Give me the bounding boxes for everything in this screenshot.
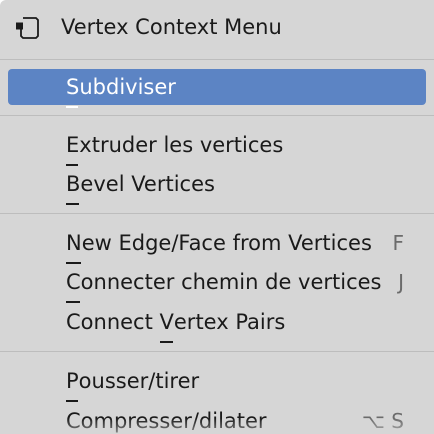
separator <box>0 351 434 352</box>
menu-item-label: Pousser/tirer <box>66 366 199 402</box>
menu-item-label: Compresser/dilater <box>66 409 267 433</box>
menu-item-label: Bevel Vertices <box>66 169 215 205</box>
menu-item-label: New Edge/Face from Vertices <box>66 228 372 264</box>
menu-item-push-pull[interactable]: Pousser/tirer <box>8 363 426 402</box>
menu-header: Vertex Context Menu <box>0 0 434 56</box>
menu-item-subdivide[interactable]: Subdiviser <box>8 69 426 108</box>
vertex-context-menu: Vertex Context Menu Subdiviser Extruder … <box>0 0 434 434</box>
menu-item-label: Subdiviser <box>66 72 176 108</box>
menu-item-connect-vertex-pairs[interactable]: Connect Vertex Pairs <box>8 304 426 343</box>
separator <box>0 59 434 60</box>
menu-item-connect-vertex-path[interactable]: Connecter chemin de vertices J <box>8 264 426 303</box>
menu-title: Vertex Context Menu <box>61 15 282 39</box>
menu-item-new-edge-face[interactable]: New Edge/Face from Vertices F <box>8 225 426 264</box>
separator <box>0 213 434 214</box>
menu-item-label: Extruder les vertices <box>66 130 283 166</box>
shortcut-hint: F <box>392 231 404 255</box>
vertex-select-icon <box>16 17 39 39</box>
separator <box>0 115 434 116</box>
shortcut-hint: J <box>398 270 404 294</box>
shortcut-hint: ⌥ S <box>361 409 404 433</box>
menu-item-extrude-vertices[interactable]: Extruder les vertices <box>8 127 426 166</box>
menu-item-label: Connecter chemin de vertices <box>66 267 382 303</box>
menu-item-shrink-fatten[interactable]: Compresser/dilater ⌥ S <box>8 403 426 433</box>
menu-item-bevel-vertices[interactable]: Bevel Vertices <box>8 166 426 205</box>
menu-item-label: Connect Vertex Pairs <box>66 307 285 343</box>
